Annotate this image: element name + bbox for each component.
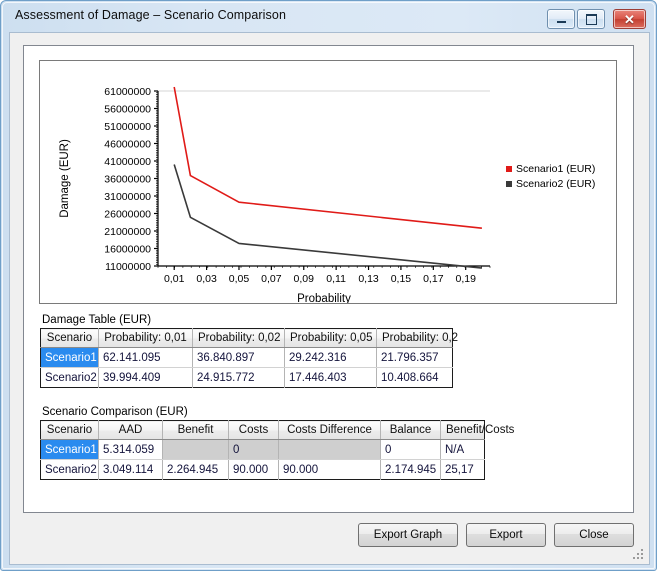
- close-window-button[interactable]: ✕: [613, 9, 646, 29]
- cmp-row2-benefit-costs[interactable]: 25,17: [441, 460, 485, 480]
- scenario-comparison-table[interactable]: Scenario AAD Benefit Costs Costs Differe…: [40, 420, 514, 480]
- maximize-icon: [578, 10, 604, 28]
- cmp-col-benefit-costs[interactable]: Benefit/Costs: [440, 420, 514, 440]
- table-row[interactable]: Scenario1 5.314.059 0 0 N/A: [40, 439, 485, 460]
- damage-row2-scenario[interactable]: Scenario2: [40, 367, 99, 388]
- damage-row2-c1[interactable]: 39.994.409: [98, 367, 193, 388]
- table-row[interactable]: Scenario2 39.994.409 24.915.772 17.446.4…: [40, 367, 453, 388]
- window-title: Assessment of Damage – Scenario Comparis…: [15, 8, 286, 22]
- cmp-row1-benefit[interactable]: [162, 439, 229, 460]
- cmp-row2-costs-difference[interactable]: 90.000: [278, 459, 381, 480]
- damage-row1-c1[interactable]: 62.141.095: [98, 347, 193, 368]
- y-tick-label: 56000000: [104, 104, 151, 116]
- cmp-row1-benefit-costs[interactable]: N/A: [440, 439, 485, 460]
- scroll-content-panel[interactable]: 11000000 16000000 21000000 26000000 31000000…: [23, 45, 634, 513]
- x-tick-label: 0,19: [455, 273, 476, 285]
- export-button[interactable]: Export: [466, 523, 546, 547]
- cmp-row1-balance[interactable]: 0: [380, 439, 441, 460]
- comparison-table-header-row: Scenario AAD Benefit Costs Costs Differe…: [40, 420, 514, 440]
- damage-probability-chart: 11000000 16000000 21000000 26000000 31000000…: [59, 86, 595, 303]
- damage-row1-c3[interactable]: 29.242.316: [284, 347, 377, 368]
- cmp-row1-aad[interactable]: 5.314.059: [98, 439, 163, 460]
- close-icon: ✕: [624, 11, 635, 27]
- damage-col-p002[interactable]: Probability: 0,02: [192, 328, 285, 348]
- x-tick-label: 0,15: [391, 273, 412, 285]
- y-tick-label: 36000000: [104, 174, 151, 186]
- damage-row2-c3[interactable]: 17.446.403: [284, 367, 377, 388]
- table-row[interactable]: Scenario1 62.141.095 36.840.897 29.242.3…: [40, 347, 453, 368]
- damage-col-scenario[interactable]: Scenario: [40, 328, 99, 348]
- x-tick-label: 0,09: [294, 273, 315, 285]
- series-line-2: [173, 164, 482, 269]
- cmp-row1-scenario[interactable]: Scenario1: [40, 439, 99, 460]
- x-tick-label: 0,03: [196, 273, 217, 285]
- cmp-row2-benefit[interactable]: 2.264.945: [162, 459, 229, 480]
- y-tick-label: 61000000: [104, 86, 151, 98]
- damage-row2-c4[interactable]: 10.408.664: [377, 368, 453, 388]
- x-tick-label: 0,07: [261, 273, 282, 285]
- y-tick-label: 26000000: [104, 209, 151, 221]
- damage-row1-c2[interactable]: 36.840.897: [192, 347, 285, 368]
- maximize-button[interactable]: [577, 9, 605, 29]
- x-tick-label: 0,11: [326, 273, 346, 285]
- scenario-comparison-label: Scenario Comparison (EUR): [42, 406, 188, 418]
- cmp-row2-aad[interactable]: 3.049.114: [98, 459, 163, 480]
- y-tick-label: 41000000: [104, 156, 151, 168]
- close-button[interactable]: Close: [554, 523, 634, 547]
- y-tick-label: 16000000: [104, 244, 151, 256]
- x-tick-label: 0,05: [229, 273, 250, 285]
- x-axis-title: Probability: [297, 293, 351, 303]
- damage-row1-scenario[interactable]: Scenario1: [40, 347, 99, 368]
- cmp-col-balance[interactable]: Balance: [380, 420, 441, 440]
- damage-row2-c2[interactable]: 24.915.772: [192, 367, 285, 388]
- damage-col-p001[interactable]: Probability: 0,01: [98, 328, 193, 348]
- dialog-client-area: 11000000 16000000 21000000 26000000 31000000…: [9, 32, 650, 565]
- export-graph-button[interactable]: Export Graph: [358, 523, 458, 547]
- cmp-col-costs[interactable]: Costs: [228, 420, 279, 440]
- table-row[interactable]: Scenario2 3.049.114 2.264.945 90.000 90.…: [40, 459, 485, 480]
- damage-row1-c4[interactable]: 21.796.357: [376, 347, 453, 368]
- y-axis-title: Damage (EUR): [59, 139, 71, 218]
- damage-table-header-row: Scenario Probability: 0,01 Probability: …: [40, 328, 458, 348]
- y-tick-label: 21000000: [104, 226, 151, 238]
- y-tick-label: 46000000: [104, 139, 151, 151]
- damage-col-p02[interactable]: Probability: 0,2: [376, 328, 458, 348]
- cmp-col-costs-difference[interactable]: Costs Difference: [278, 420, 381, 440]
- damage-table-label: Damage Table (EUR): [42, 314, 152, 326]
- damage-table[interactable]: Scenario Probability: 0,01 Probability: …: [40, 328, 458, 388]
- minimize-icon: [548, 10, 574, 28]
- y-tick-label: 51000000: [104, 121, 151, 133]
- damage-col-p005[interactable]: Probability: 0,05: [284, 328, 377, 348]
- cmp-row2-costs[interactable]: 90.000: [228, 459, 279, 480]
- legend-swatch-1: [506, 166, 512, 172]
- y-tick-label: 31000000: [104, 191, 151, 203]
- legend-label-2[interactable]: Scenario2 (EUR): [516, 178, 595, 190]
- x-tick-label: 0,01: [164, 273, 185, 285]
- cmp-col-benefit[interactable]: Benefit: [162, 420, 229, 440]
- resize-grip-icon[interactable]: [633, 549, 645, 561]
- minimize-button[interactable]: [547, 9, 575, 29]
- cmp-row1-costs[interactable]: 0: [228, 439, 279, 460]
- cmp-row1-costs-difference[interactable]: [278, 439, 381, 460]
- chart-panel[interactable]: 11000000 16000000 21000000 26000000 31000000…: [39, 60, 617, 304]
- x-tick-label: 0,17: [423, 273, 444, 285]
- cmp-row2-scenario[interactable]: Scenario2: [40, 459, 99, 480]
- legend-swatch-2: [506, 181, 512, 187]
- title-bar[interactable]: Assessment of Damage – Scenario Comparis…: [1, 1, 657, 33]
- legend-label-1[interactable]: Scenario1 (EUR): [516, 163, 595, 175]
- cmp-col-aad[interactable]: AAD: [98, 420, 163, 440]
- cmp-col-scenario[interactable]: Scenario: [40, 420, 99, 440]
- series-line-1: [173, 86, 482, 230]
- x-tick-label: 0,13: [358, 273, 379, 285]
- cmp-row2-balance[interactable]: 2.174.945: [380, 459, 441, 480]
- y-tick-label: 11000000: [105, 261, 151, 273]
- application-window: Assessment of Damage – Scenario Comparis…: [0, 0, 657, 571]
